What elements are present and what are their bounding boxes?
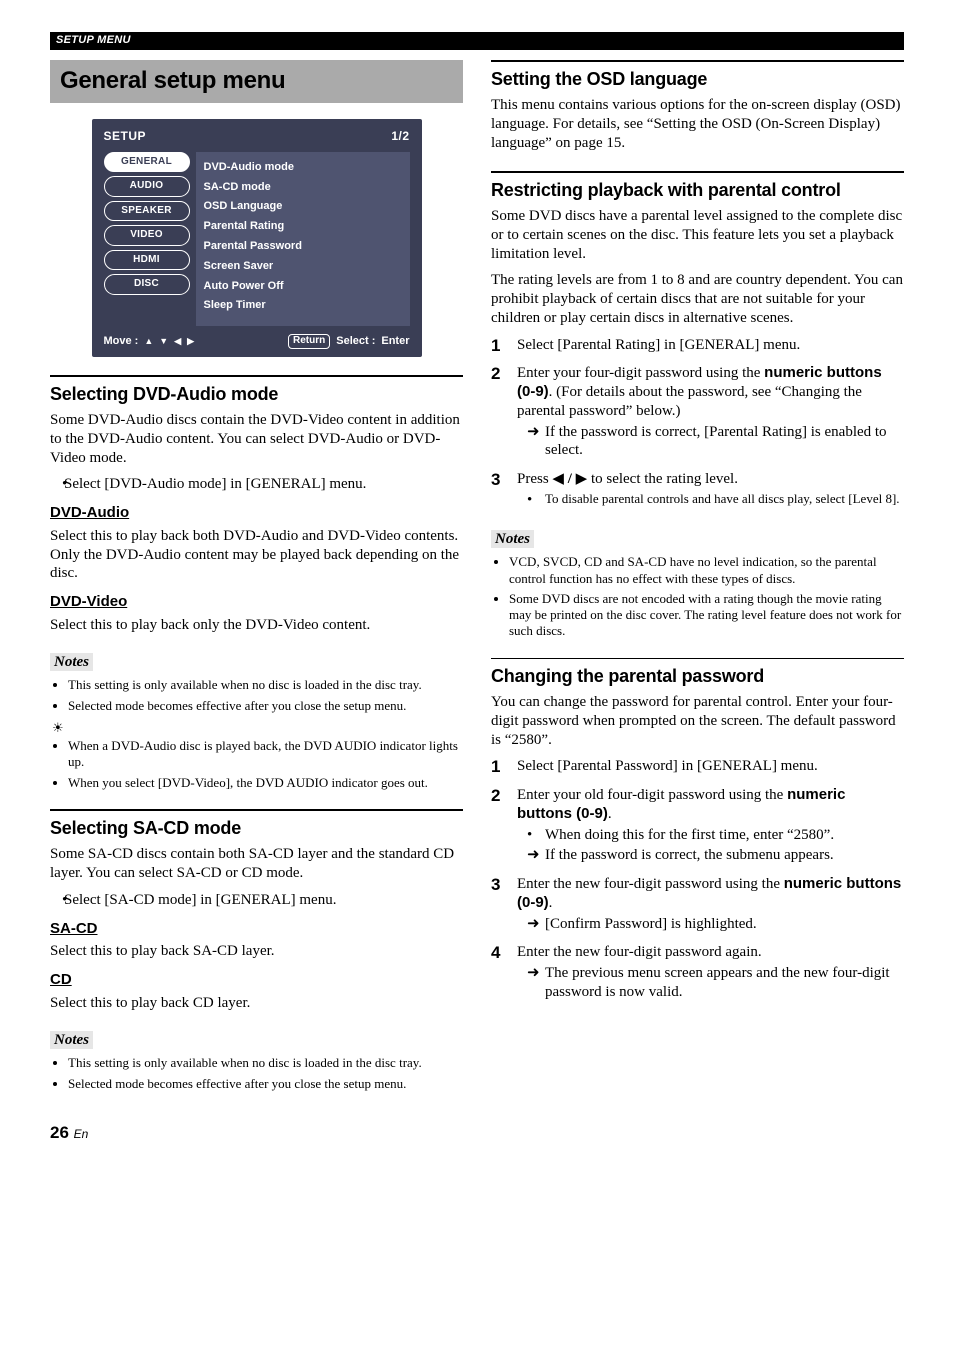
section-sacd: Selecting SA-CD mode Some SA-CD discs co… [50, 809, 463, 1092]
text-dvd-video: Select this to play back only the DVD-Vi… [50, 616, 463, 635]
osd-item: SA-CD mode [204, 178, 402, 198]
label-cd: CD [50, 971, 463, 990]
note-item: This setting is only available when no d… [68, 1055, 463, 1071]
step-1: Select [Parental Rating] in [GENERAL] me… [491, 336, 904, 355]
arrow-right-icon: ▶ [187, 336, 194, 347]
arrow-right-icon: ➜ [527, 915, 545, 934]
osd-tab-video: VIDEO [104, 225, 190, 246]
arrow-left-icon: ◀ [552, 471, 564, 487]
osd-tab-speaker: SPEAKER [104, 201, 190, 222]
arrow-left-icon: ◀ [174, 336, 181, 347]
osd-move-label: Move : [104, 335, 139, 349]
intro-dvdaudio: Some DVD-Audio discs contain the DVD-Vid… [50, 411, 463, 467]
step-2: Enter your old four-digit password using… [491, 786, 904, 865]
label-sacd: SA-CD [50, 920, 463, 939]
heading-sacd: Selecting SA-CD mode [50, 817, 463, 840]
label-dvd-video: DVD-Video [50, 593, 463, 612]
osd-select-label: Select : [336, 335, 375, 349]
step-1: Select [Parental Password] in [GENERAL] … [491, 757, 904, 776]
osd-item: Parental Rating [204, 217, 402, 237]
step-3: Enter the new four-digit password using … [491, 875, 904, 933]
note-item: Selected mode becomes effective after yo… [68, 698, 463, 714]
step-4-result: The previous menu screen appears and the… [545, 964, 904, 1002]
section-password: Changing the parental password You can c… [491, 658, 904, 1002]
text-dvd-audio: Select this to play back both DVD-Audio … [50, 527, 463, 583]
parental-p2: The rating levels are from 1 to 8 and ar… [491, 271, 904, 327]
header-bar: SETUP MENU [50, 32, 904, 50]
step-2: Enter your four-digit password using the… [491, 364, 904, 460]
heading-password: Changing the parental password [491, 665, 904, 688]
note-item: VCD, SVCD, CD and SA-CD have no level in… [509, 554, 904, 587]
note-item: This setting is only available when no d… [68, 677, 463, 693]
bullet-dvdaudio: Select [DVD-Audio mode] in [GENERAL] men… [64, 475, 463, 494]
arrow-right-icon: ➜ [527, 964, 545, 983]
arrow-down-icon: ▼ [159, 336, 168, 347]
notes-list: This setting is only available when no d… [50, 677, 463, 714]
note-item: Some DVD discs are not encoded with a ra… [509, 591, 904, 640]
notes-label: Notes [50, 1031, 93, 1050]
bullet-sacd: Select [SA-CD mode] in [GENERAL] menu. [64, 891, 463, 910]
osd-page-indicator: 1/2 [391, 129, 409, 144]
step-2-sub: When doing this for the first time, ente… [545, 826, 834, 845]
arrow-right-icon: ▶ [576, 471, 588, 487]
hint-item: When a DVD-Audio disc is played back, th… [68, 738, 463, 771]
step-2-result: If the password is correct, [Parental Ra… [545, 423, 904, 461]
osd-setup-label: SETUP [104, 129, 147, 144]
note-item: Selected mode becomes effective after yo… [68, 1076, 463, 1092]
heading-parental: Restricting playback with parental contr… [491, 179, 904, 202]
step-3-sub: To disable parental controls and have al… [545, 491, 900, 507]
page-number: 26 En [50, 1122, 463, 1143]
pwd-intro: You can change the password for parental… [491, 693, 904, 749]
osd-item: DVD-Audio mode [204, 158, 402, 178]
osd-tab-audio: AUDIO [104, 176, 190, 197]
osd-item-list: DVD-Audio mode SA-CD mode OSD Language P… [196, 152, 410, 326]
step-2-result: If the password is correct, the submenu … [545, 846, 904, 865]
hint-item: When you select [DVD-Video], the DVD AUD… [68, 775, 463, 791]
notes-list: This setting is only available when no d… [50, 1055, 463, 1092]
hint-icon: ☀ [52, 720, 463, 736]
step-3: Press ◀ / ▶ to select the rating level. … [491, 470, 904, 510]
text-cd: Select this to play back CD layer. [50, 994, 463, 1013]
osd-return-button: Return [288, 334, 330, 349]
osd-item: OSD Language [204, 197, 402, 217]
arrow-up-icon: ▲ [144, 336, 153, 347]
hints-list: When a DVD-Audio disc is played back, th… [50, 738, 463, 791]
arrow-right-icon: ➜ [527, 423, 545, 442]
page-title: General setup menu [50, 60, 463, 103]
parental-steps: Select [Parental Rating] in [GENERAL] me… [491, 336, 904, 510]
section-parental: Restricting playback with parental contr… [491, 171, 904, 640]
left-column: General setup menu SETUP 1/2 GENERAL AUD… [50, 60, 463, 1143]
osd-enter-label: Enter [381, 335, 409, 349]
osd-item: Screen Saver [204, 257, 402, 277]
osd-screenshot: SETUP 1/2 GENERAL AUDIO SPEAKER VIDEO HD… [92, 119, 422, 357]
text-sacd: Select this to play back SA-CD layer. [50, 942, 463, 961]
password-steps: Select [Parental Password] in [GENERAL] … [491, 757, 904, 1001]
intro-sacd: Some SA-CD discs contain both SA-CD laye… [50, 845, 463, 883]
heading-dvdaudio: Selecting DVD-Audio mode [50, 383, 463, 406]
label-dvd-audio: DVD-Audio [50, 504, 463, 523]
text-osd-lang: This menu contains various options for t… [491, 96, 904, 152]
step-4: Enter the new four-digit password again.… [491, 943, 904, 1001]
notes-label: Notes [50, 653, 93, 672]
osd-item: Parental Password [204, 237, 402, 257]
step-3-result: [Confirm Password] is highlighted. [545, 915, 904, 934]
right-column: Setting the OSD language This menu conta… [491, 60, 904, 1143]
notes-label: Notes [491, 530, 534, 549]
notes-list: VCD, SVCD, CD and SA-CD have no level in… [491, 554, 904, 639]
heading-osd-lang: Setting the OSD language [491, 68, 904, 91]
osd-item: Sleep Timer [204, 296, 402, 316]
osd-tab-hdmi: HDMI [104, 250, 190, 271]
osd-tab-general: GENERAL [104, 152, 190, 173]
section-osd-lang: Setting the OSD language This menu conta… [491, 60, 904, 153]
osd-item: Auto Power Off [204, 277, 402, 297]
arrow-right-icon: ➜ [527, 846, 545, 865]
section-dvdaudio: Selecting DVD-Audio mode Some DVD-Audio … [50, 375, 463, 791]
osd-tab-disc: DISC [104, 274, 190, 295]
parental-p1: Some DVD discs have a parental level ass… [491, 207, 904, 263]
